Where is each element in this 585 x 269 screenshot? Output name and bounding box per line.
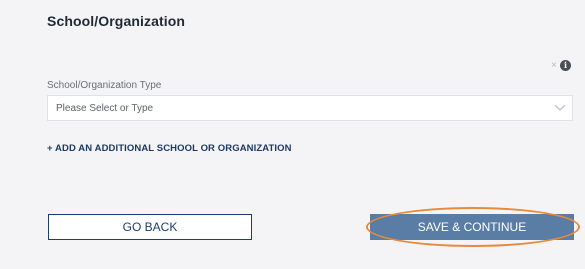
close-icon[interactable]: ×: [551, 61, 557, 71]
go-back-button[interactable]: GO BACK: [48, 214, 252, 240]
section-title: School/Organization: [47, 13, 186, 29]
select-placeholder: Please Select or Type: [56, 103, 154, 114]
add-organization-link[interactable]: + ADD AN ADDITIONAL SCHOOL OR ORGANIZATI…: [47, 143, 292, 154]
field-label: School/Organization Type: [47, 80, 162, 91]
organization-type-select[interactable]: Please Select or Type: [47, 95, 573, 121]
info-icon[interactable]: i: [560, 60, 571, 71]
form-panel: School/Organization × i School/Organizat…: [0, 0, 585, 269]
save-continue-button[interactable]: SAVE & CONTINUE: [370, 214, 574, 240]
chevron-down-icon: [554, 104, 566, 111]
